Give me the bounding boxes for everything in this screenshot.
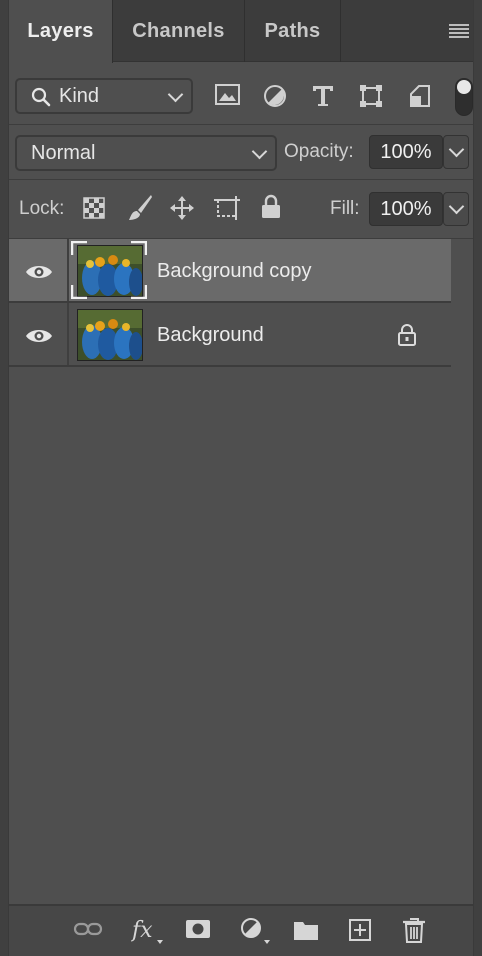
lock-row: Lock: Fill: 100% <box>9 180 473 238</box>
lock-label: Lock: <box>19 198 65 219</box>
layers-panel: Layers Channels Paths Kind Normal Opacit… <box>8 0 474 956</box>
shape-filter-icon[interactable] <box>359 84 383 108</box>
fx-layer-style-icon[interactable]: fx <box>131 916 165 946</box>
lock-transparent-pixels-icon[interactable] <box>83 197 105 219</box>
chevron-down-icon <box>448 141 465 158</box>
eye-icon <box>26 330 52 342</box>
search-icon <box>31 87 51 107</box>
adjustment-layer-icon[interactable] <box>240 917 272 945</box>
delete-layer-icon[interactable] <box>402 917 426 943</box>
blend-mode-value: Normal <box>31 142 96 164</box>
opacity-dropdown-button[interactable] <box>443 135 469 169</box>
lock-all-icon[interactable] <box>261 194 281 220</box>
panel-tab-bar: Layers Channels Paths <box>9 0 473 63</box>
lock-image-pixels-icon[interactable] <box>127 194 153 222</box>
adjustment-filter-icon[interactable] <box>263 84 287 108</box>
filter-toggle[interactable] <box>455 78 473 116</box>
parrot-thumbnail-image <box>78 310 142 360</box>
layer-thumbnail <box>77 309 143 361</box>
panel-menu-icon[interactable] <box>449 24 469 38</box>
layers-list: Background copy Background <box>9 239 473 905</box>
visibility-toggle[interactable] <box>9 303 69 365</box>
layer-name[interactable]: Background copy <box>157 260 312 283</box>
fill-label: Fill: <box>330 198 360 219</box>
blend-row: Normal Opacity: 100% <box>9 125 473 179</box>
chevron-down-icon <box>448 198 465 215</box>
filter-kind-label: Kind <box>59 85 100 107</box>
tab-paths[interactable]: Paths <box>245 0 341 62</box>
filter-row: Kind <box>9 62 473 124</box>
new-layer-icon[interactable] <box>348 918 372 942</box>
tab-channels[interactable]: Channels <box>113 0 245 62</box>
eye-icon <box>26 266 52 278</box>
layers-bottom-toolbar: fx <box>9 904 473 956</box>
visibility-toggle[interactable] <box>9 239 69 301</box>
image-filter-icon[interactable] <box>215 84 241 106</box>
blend-mode-dropdown[interactable]: Normal <box>15 135 277 171</box>
svg-text:fx: fx <box>131 918 153 943</box>
link-layers-icon[interactable] <box>73 920 103 938</box>
filter-kind-dropdown[interactable]: Kind <box>15 78 193 114</box>
opacity-field[interactable]: 100% <box>369 135 443 169</box>
lock-position-icon[interactable] <box>169 195 195 221</box>
opacity-label: Opacity: <box>284 141 354 162</box>
layer-row-background-copy[interactable]: Background copy <box>9 239 451 303</box>
selection-frame-icon <box>71 241 147 299</box>
type-filter-icon[interactable] <box>311 84 335 108</box>
add-mask-icon[interactable] <box>185 919 211 939</box>
smart-object-filter-icon[interactable] <box>409 84 431 108</box>
layer-lock-icon[interactable] <box>397 323 417 347</box>
fill-dropdown-button[interactable] <box>443 192 469 226</box>
fill-field[interactable]: 100% <box>369 192 443 226</box>
tab-layers[interactable]: Layers <box>9 0 113 63</box>
layer-name[interactable]: Background <box>157 324 264 347</box>
layer-row-background[interactable]: Background <box>9 303 451 367</box>
chevron-down-icon <box>167 86 184 103</box>
lock-artboard-icon[interactable] <box>213 195 241 221</box>
chevron-down-icon <box>251 143 268 160</box>
new-group-icon[interactable] <box>293 919 319 941</box>
